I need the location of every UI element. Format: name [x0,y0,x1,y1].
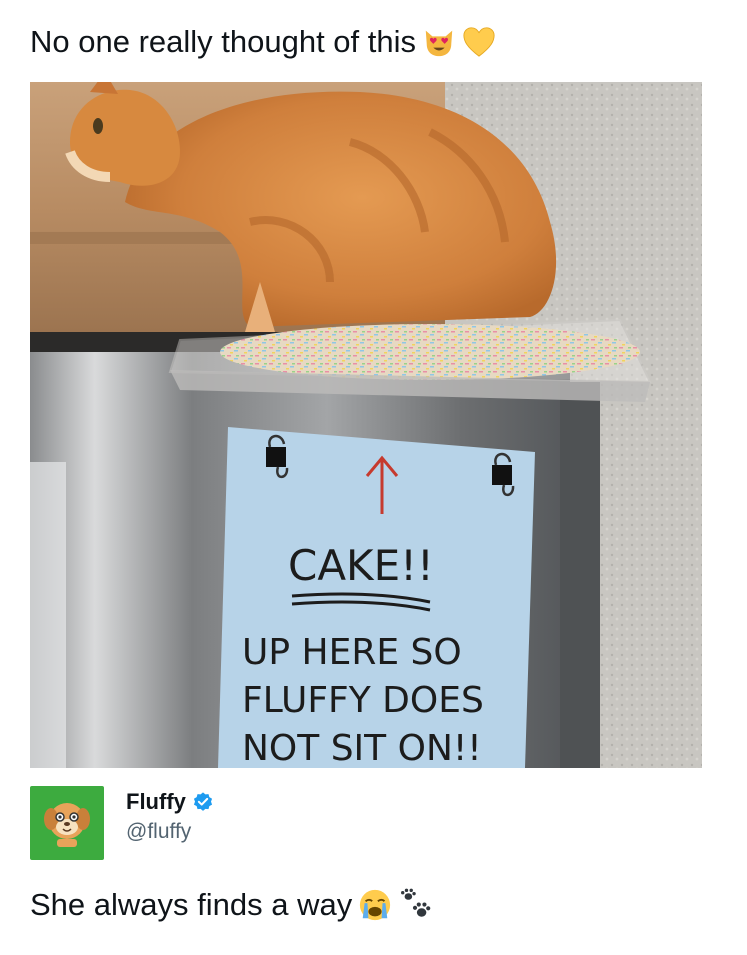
sign-line3: NOT SIT ON!! [242,728,482,768]
cat-on-cake-photo: CAKE!! UP HERE SO FLUFFY DOES NOT SIT ON… [30,82,702,768]
verified-badge-icon [193,792,212,811]
author-name[interactable]: Fluffy [126,788,186,816]
sign-headline: CAKE!! [288,541,434,590]
post-caption: No one really thought of this [30,22,496,62]
sprinkle-cake [220,324,640,380]
crying-face-emoji [360,889,391,921]
sign-line1: UP HERE SO [242,632,462,673]
sign-line2: FLUFFY DOES [242,680,484,721]
paw-prints-emoji [401,888,431,917]
dog-avatar-icon [44,803,90,847]
author-card[interactable]: Fluffy @fluffy [30,786,214,860]
caption-text: No one really thought of this [30,24,417,59]
author-name-row[interactable]: Fluffy [126,788,214,816]
yellow-heart-emoji [463,27,495,57]
smiling-cat-heart-eyes-emoji [425,30,453,57]
author-meta: Fluffy @fluffy [126,786,214,846]
reply-text: She always finds a way [30,887,353,922]
avatar[interactable] [30,786,104,860]
reply-caption: She always finds a way [30,885,432,925]
post-photo[interactable]: CAKE!! UP HERE SO FLUFFY DOES NOT SIT ON… [30,82,702,768]
author-handle[interactable]: @fluffy [126,818,214,846]
